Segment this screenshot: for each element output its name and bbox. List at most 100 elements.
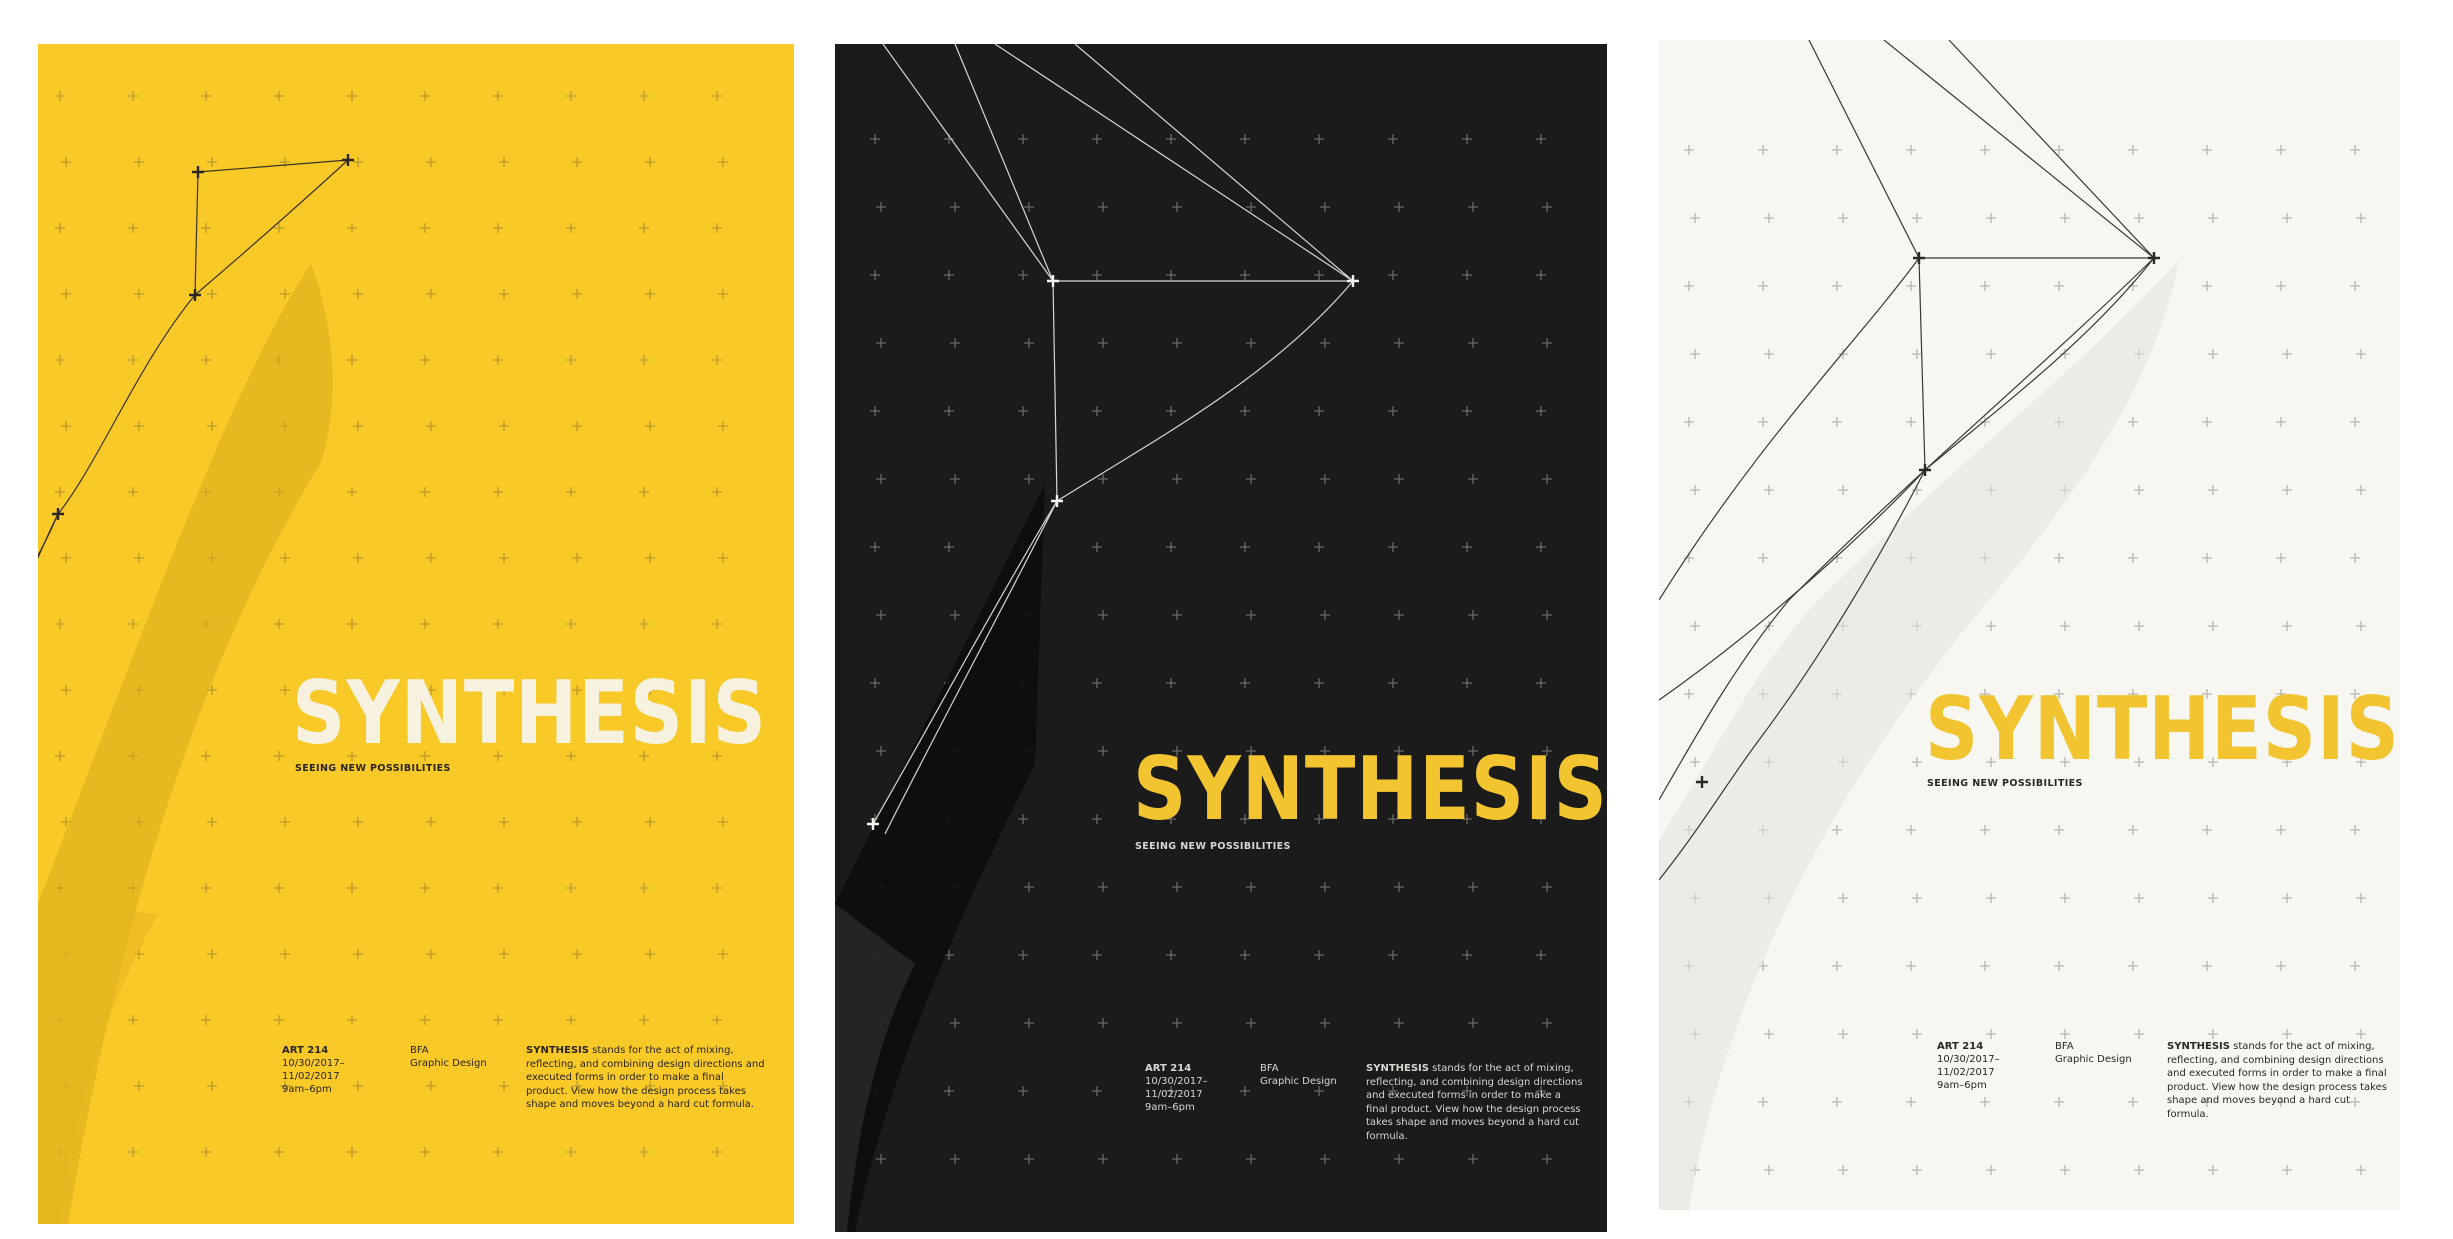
plus-mark-icon bbox=[207, 289, 217, 299]
plus-mark-icon bbox=[718, 157, 728, 167]
plus-mark-icon bbox=[1246, 338, 1256, 348]
plus-mark-icon bbox=[2350, 553, 2360, 563]
plus-mark-icon bbox=[55, 751, 65, 761]
event-details: ART 214 10/30/2017– 11/02/2017 9am–6pm bbox=[1937, 1040, 2000, 1092]
plus-mark-icon bbox=[1018, 950, 1028, 960]
plus-mark-icon bbox=[1832, 417, 1842, 427]
plus-mark-icon bbox=[1320, 338, 1330, 348]
plus-mark-icon bbox=[420, 883, 430, 893]
plus-mark-icon bbox=[499, 817, 509, 827]
plus-mark-icon bbox=[2128, 961, 2138, 971]
plus-mark-icon bbox=[353, 949, 363, 959]
plus-mark-icon bbox=[55, 355, 65, 365]
plus-mark-icon bbox=[1172, 610, 1182, 620]
plus-mark-icon bbox=[1980, 281, 1990, 291]
date-start: 10/30/2017– bbox=[1937, 1054, 2000, 1065]
plus-mark-icon bbox=[1906, 281, 1916, 291]
plus-mark-icon bbox=[1388, 678, 1398, 688]
plus-mark-icon bbox=[572, 553, 582, 563]
plus-mark-icon bbox=[1092, 1086, 1102, 1096]
plus-mark-icon bbox=[2208, 1165, 2218, 1175]
plus-mark-icon bbox=[1240, 406, 1250, 416]
plus-mark-icon bbox=[639, 883, 649, 893]
course-code: ART 214 bbox=[1937, 1041, 1984, 1052]
plus-mark-icon bbox=[1690, 621, 1700, 631]
plus-mark-icon bbox=[2128, 825, 2138, 835]
plus-mark-icon bbox=[1838, 1165, 1848, 1175]
plus-mark-icon bbox=[134, 157, 144, 167]
plus-mark-icon bbox=[347, 223, 357, 233]
plus-mark-icon bbox=[639, 487, 649, 497]
plus-mark-icon bbox=[1388, 950, 1398, 960]
event-details: ART 214 10/30/2017– 11/02/2017 9am–6pm bbox=[282, 1044, 345, 1096]
plus-mark-icon bbox=[1098, 746, 1108, 756]
plus-mark-icon bbox=[1536, 406, 1546, 416]
plus-mark-icon bbox=[566, 619, 576, 629]
plus-mark-icon bbox=[572, 817, 582, 827]
plus-mark-icon bbox=[493, 223, 503, 233]
plus-mark-icon bbox=[870, 270, 880, 280]
plus-mark-icon bbox=[566, 1015, 576, 1025]
plus-mark-icon bbox=[426, 289, 436, 299]
plus-mark-icon bbox=[2350, 281, 2360, 291]
plus-mark-icon bbox=[876, 746, 886, 756]
plus-mark-icon bbox=[2356, 349, 2366, 359]
plus-mark-icon bbox=[353, 817, 363, 827]
plus-mark-icon bbox=[1098, 338, 1108, 348]
plus-mark-icon bbox=[944, 542, 954, 552]
plus-mark-icon bbox=[1166, 950, 1176, 960]
plus-mark-icon bbox=[1542, 338, 1552, 348]
plus-mark-icon bbox=[2054, 553, 2064, 563]
plus-mark-icon bbox=[1092, 678, 1102, 688]
plus-mark-icon bbox=[1314, 134, 1324, 144]
plus-mark-icon bbox=[1832, 825, 1842, 835]
plus-mark-icon bbox=[274, 619, 284, 629]
plus-mark-icon bbox=[1462, 678, 1472, 688]
plus-mark-icon bbox=[420, 1015, 430, 1025]
plus-mark-icon bbox=[347, 883, 357, 893]
plus-mark-icon bbox=[2134, 621, 2144, 631]
plus-mark-icon bbox=[280, 949, 290, 959]
plus-mark-icon bbox=[870, 134, 880, 144]
plus-mark-icon bbox=[566, 1147, 576, 1157]
plus-mark-icon bbox=[1246, 1154, 1256, 1164]
plus-mark-icon bbox=[1240, 270, 1250, 280]
plus-mark-icon bbox=[712, 619, 722, 629]
plus-mark-icon bbox=[1320, 1154, 1330, 1164]
plus-mark-icon bbox=[2134, 893, 2144, 903]
plus-mark-icon bbox=[274, 1015, 284, 1025]
program-details: BFA Graphic Design bbox=[410, 1044, 487, 1070]
plus-mark-icon bbox=[2208, 1029, 2218, 1039]
plus-mark-icon bbox=[280, 817, 290, 827]
plus-mark-icon bbox=[2276, 281, 2286, 291]
plus-mark-icon bbox=[2054, 961, 2064, 971]
plus-mark-icon bbox=[1684, 145, 1694, 155]
plus-mark-icon bbox=[566, 91, 576, 101]
plus-mark-icon bbox=[645, 949, 655, 959]
plus-mark-icon bbox=[712, 91, 722, 101]
plus-mark-icon bbox=[1536, 270, 1546, 280]
plus-mark-icon bbox=[1320, 1018, 1330, 1028]
plus-mark-icon bbox=[2208, 893, 2218, 903]
plus-mark-icon bbox=[426, 1081, 436, 1091]
plus-mark-icon bbox=[347, 619, 357, 629]
plus-mark-icon bbox=[1838, 1029, 1848, 1039]
plus-mark-icon bbox=[1980, 825, 1990, 835]
plus-mark-icon bbox=[2202, 825, 2212, 835]
plus-mark-icon bbox=[1246, 882, 1256, 892]
plus-mark-icon bbox=[1024, 338, 1034, 348]
date-start: 10/30/2017– bbox=[282, 1058, 345, 1069]
plus-mark-icon bbox=[347, 487, 357, 497]
plus-mark-icon bbox=[2134, 1165, 2144, 1175]
plus-mark-icon bbox=[2060, 1029, 2070, 1039]
plus-mark-icon bbox=[2350, 145, 2360, 155]
plus-mark-icon bbox=[1018, 270, 1028, 280]
plus-mark-icon bbox=[1536, 950, 1546, 960]
department: Graphic Design bbox=[410, 1058, 487, 1069]
program: BFA bbox=[1260, 1063, 1279, 1074]
plus-mark-icon bbox=[639, 355, 649, 365]
plus-mark-icon bbox=[207, 817, 217, 827]
plus-mark-icon bbox=[1536, 134, 1546, 144]
plus-mark-icon bbox=[572, 157, 582, 167]
plus-mark-icon bbox=[353, 1081, 363, 1091]
